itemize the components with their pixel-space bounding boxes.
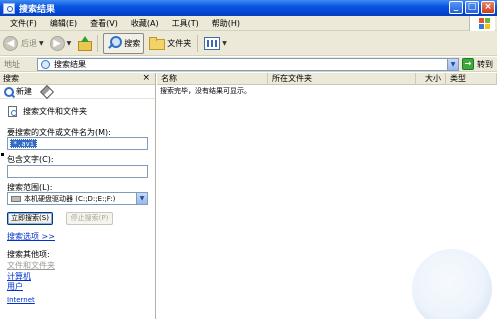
window-title: 搜索结果 — [19, 4, 56, 15]
windows-logo-icon — [469, 16, 495, 31]
address-label: 地址 — [4, 59, 20, 69]
search-scope-select[interactable]: 本机硬盘驱动器 (C:;D:;E:;F:) ▼ — [7, 192, 148, 205]
folders-label: 文件夹 — [167, 38, 192, 48]
menu-help[interactable]: 帮助(H) — [212, 18, 240, 29]
address-dropdown-icon[interactable]: ▼ — [447, 59, 458, 70]
scope-dropdown-icon[interactable]: ▼ — [136, 193, 147, 204]
empty-results-message: 搜索完毕，没有结果可显示。 — [160, 87, 251, 95]
address-input[interactable]: 搜索结果 ▼ — [37, 58, 459, 71]
menu-favorites[interactable]: 收藏(A) — [131, 18, 159, 29]
go-button[interactable]: → 转到 — [462, 58, 493, 70]
column-name[interactable]: 名称 — [157, 73, 268, 85]
focus-marker — [1, 153, 4, 156]
search-pane: 搜索 × 新建 搜索文件和文件夹 要搜索的文件或文件名为(M): *.avi 包… — [0, 73, 156, 319]
search-window-icon — [3, 2, 15, 14]
maximize-button[interactable]: □ — [465, 1, 479, 14]
other-people-link[interactable]: 用户 — [7, 281, 23, 292]
new-search-button[interactable]: 新建 — [16, 86, 32, 97]
results-header: 名称 所在文件夹 大小 类型 — [157, 73, 497, 85]
toolbar-separator — [197, 34, 199, 52]
up-button[interactable] — [74, 33, 94, 54]
search-files-heading: 搜索文件和文件夹 — [8, 106, 87, 117]
close-button[interactable]: × — [481, 1, 495, 14]
title-bar: 搜索结果 _ □ × — [0, 0, 497, 16]
views-dropdown-icon[interactable]: ▼ — [222, 40, 227, 47]
column-folder[interactable]: 所在文件夹 — [268, 73, 416, 85]
back-arrow-icon: ◀ — [3, 35, 18, 51]
minimize-button[interactable]: _ — [449, 1, 463, 14]
hard-drive-icon — [11, 195, 21, 202]
new-search-icon[interactable] — [4, 86, 14, 97]
go-label: 转到 — [477, 59, 493, 69]
search-other-label: 搜索其他项: — [7, 250, 50, 259]
search-button[interactable]: 搜索 — [103, 32, 145, 54]
menu-tools[interactable]: 工具(T) — [172, 18, 199, 29]
other-internet-link[interactable]: Internet — [7, 296, 35, 304]
search-scope-value: 本机硬盘驱动器 (C:;D:;E:;F:) — [24, 194, 116, 203]
forward-dropdown-icon[interactable]: ▼ — [67, 40, 72, 47]
forward-arrow-icon: ▶ — [49, 35, 65, 51]
menu-bar: 文件(F) 编辑(E) 查看(V) 收藏(A) 工具(T) 帮助(H) — [0, 16, 497, 31]
back-button[interactable]: ◀ 后退 ▼ — [0, 33, 47, 54]
document-search-icon — [8, 106, 17, 117]
column-size[interactable]: 大小 — [416, 73, 446, 85]
column-type[interactable]: 类型 — [446, 73, 497, 85]
menu-file[interactable]: 文件(F) — [10, 18, 37, 29]
filename-input[interactable]: *.avi — [7, 137, 148, 150]
filename-value: *.avi — [10, 139, 38, 148]
stop-search-button[interactable]: 停止搜索(P) — [66, 212, 113, 225]
search-options-link[interactable]: 搜索选项 >> — [7, 231, 55, 242]
address-value: 搜索结果 — [54, 60, 86, 69]
toolbar: ◀ 后退 ▼ ▶ ▼ 搜索 文件夹 ▼ — [0, 31, 497, 56]
search-label: 搜索 — [124, 38, 141, 48]
menu-edit[interactable]: 编辑(E) — [50, 18, 77, 29]
address-bar: 地址 搜索结果 ▼ → 转到 — [0, 57, 497, 72]
search-pane-title: 搜索 — [3, 74, 19, 83]
search-pane-header: 搜索 × — [0, 73, 155, 85]
go-arrow-icon: → — [462, 58, 474, 70]
search-icon — [107, 36, 123, 50]
back-label: 后退 — [21, 38, 37, 48]
folder-icon — [149, 37, 166, 50]
search-results-icon — [41, 60, 50, 69]
views-button[interactable]: ▼ — [201, 33, 230, 54]
contains-text-input[interactable] — [7, 165, 148, 178]
back-dropdown-icon[interactable]: ▼ — [39, 40, 44, 47]
search-now-button[interactable]: 立即搜索(S) — [7, 212, 53, 225]
folder-up-icon — [77, 36, 93, 51]
search-companion-icon[interactable] — [39, 84, 55, 99]
search-files-label: 搜索文件和文件夹 — [23, 107, 87, 116]
forward-button[interactable]: ▶ ▼ — [47, 33, 75, 54]
contains-text-label: 包含文字(C): — [7, 155, 54, 164]
search-pane-toolbar: 新建 — [0, 84, 155, 99]
pane-close-icon[interactable]: × — [142, 73, 150, 83]
toolbar-separator — [97, 34, 99, 52]
menu-view[interactable]: 查看(V) — [90, 18, 118, 29]
other-files-folders-link[interactable]: 文件和文件夹 — [7, 260, 55, 271]
search-watermark-icon — [412, 249, 492, 319]
folders-button[interactable]: 文件夹 — [146, 33, 194, 54]
views-icon — [204, 36, 221, 50]
